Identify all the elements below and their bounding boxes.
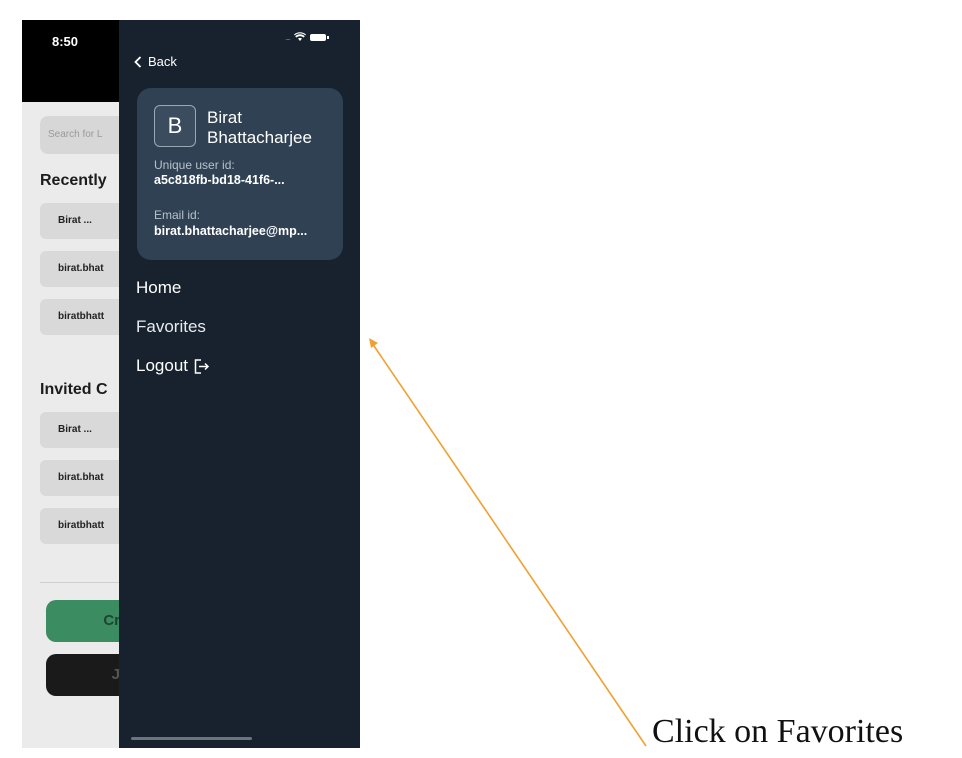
annotation-label: Click on Favorites <box>652 713 904 750</box>
annotation-arrow <box>369 338 647 747</box>
